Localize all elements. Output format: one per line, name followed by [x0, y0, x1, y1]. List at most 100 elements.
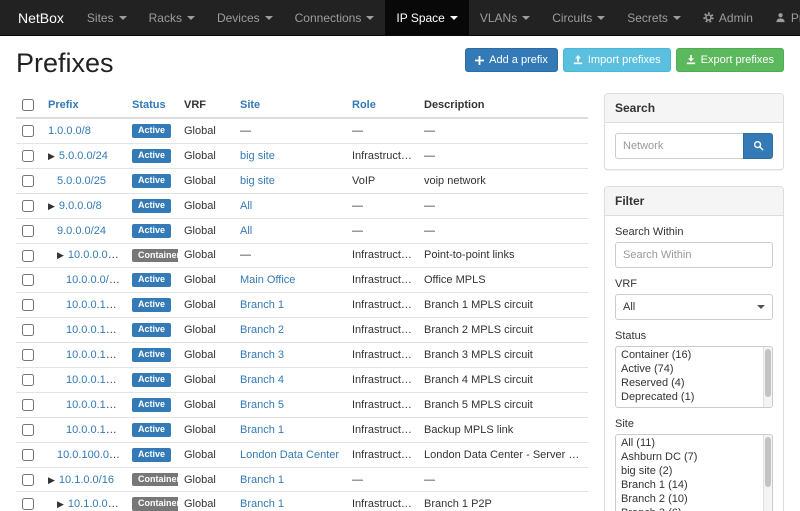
site-link[interactable]: Branch 1	[240, 498, 284, 510]
caret-down-icon	[757, 305, 765, 309]
filter-option[interactable]: Active (74)	[616, 362, 762, 376]
filter-option[interactable]: Container (16)	[616, 348, 762, 362]
app-brand[interactable]: NetBox	[6, 0, 76, 35]
row-checkbox[interactable]	[22, 274, 34, 286]
select-all-checkbox[interactable]	[22, 99, 34, 111]
nav-item-ip-space[interactable]: IP Space	[385, 0, 468, 35]
expand-toggle-icon[interactable]: ▶	[48, 201, 55, 211]
site-link[interactable]: Main Office	[240, 274, 295, 286]
export-prefixes-button[interactable]: Export prefixes	[676, 48, 784, 72]
prefix-link[interactable]: 9.0.0.0/8	[59, 200, 102, 212]
prefix-link[interactable]: 9.0.0.0/24	[57, 225, 106, 237]
filter-option[interactable]: Branch 3 (6)	[616, 506, 762, 511]
column-header-status[interactable]: Status	[126, 93, 178, 118]
site-link[interactable]: big site	[240, 175, 275, 187]
vrf-select[interactable]: All	[615, 294, 773, 320]
status-badge: Active	[132, 174, 171, 188]
row-checkbox[interactable]	[22, 374, 34, 386]
prefix-link[interactable]: 10.0.0.0/31	[66, 274, 121, 286]
column-header-role[interactable]: Role	[346, 93, 418, 118]
prefix-link[interactable]: 5.0.0.0/25	[57, 175, 106, 187]
filter-option[interactable]: big site (2)	[616, 464, 762, 478]
filter-option[interactable]: Deprecated (1)	[616, 390, 762, 404]
site-link[interactable]: Branch 1	[240, 424, 284, 436]
row-checkbox[interactable]	[22, 349, 34, 361]
column-header-prefix[interactable]: Prefix	[42, 93, 126, 118]
nav-item-vlans[interactable]: VLANs	[469, 0, 541, 35]
filter-option[interactable]: Reserved (4)	[616, 376, 762, 390]
prefix-link[interactable]: 10.0.0.0/24	[68, 249, 123, 261]
site-filter-list[interactable]: All (11)Ashburn DC (7)big site (2)Branch…	[615, 434, 773, 511]
row-checkbox[interactable]	[22, 299, 34, 311]
prefix-link[interactable]: 5.0.0.0/24	[59, 150, 108, 162]
gear-icon	[703, 12, 714, 23]
description-value: Backup MPLS link	[424, 424, 513, 436]
row-checkbox[interactable]	[22, 424, 34, 436]
expand-toggle-icon[interactable]: ▶	[57, 499, 64, 509]
site-link[interactable]: big site	[240, 150, 275, 162]
admin-link[interactable]: Admin	[692, 0, 764, 35]
column-header-vrf: VRF	[178, 93, 234, 118]
site-list-scrollbar[interactable]	[763, 435, 772, 511]
prefix-link[interactable]: 10.0.0.134/31	[66, 374, 126, 386]
site-link[interactable]: Branch 2	[240, 324, 284, 336]
site-link[interactable]: Branch 4	[240, 374, 284, 386]
download-icon	[686, 55, 696, 65]
site-link[interactable]: All	[240, 225, 252, 237]
row-checkbox[interactable]	[22, 150, 34, 162]
prefix-link[interactable]: 10.0.0.138/31	[66, 424, 126, 436]
site-link[interactable]: Branch 3	[240, 349, 284, 361]
prefix-link[interactable]: 10.0.0.136/31	[66, 399, 126, 411]
prefix-link[interactable]: 10.1.0.0/24	[68, 498, 123, 510]
status-filter-list[interactable]: Container (16)Active (74)Reserved (4)Dep…	[615, 346, 773, 408]
row-checkbox[interactable]	[22, 474, 34, 486]
row-checkbox[interactable]	[22, 125, 34, 137]
status-list-scrollbar[interactable]	[763, 347, 772, 407]
prefix-link[interactable]: 10.0.100.0/24	[57, 449, 124, 461]
row-checkbox[interactable]	[22, 200, 34, 212]
row-checkbox[interactable]	[22, 399, 34, 411]
filter-panel-title: Filter	[605, 187, 783, 216]
nav-item-racks[interactable]: Racks	[138, 0, 206, 35]
prefix-link[interactable]: 1.0.0.0/8	[48, 125, 91, 137]
site-link[interactable]: London Data Center	[240, 449, 339, 461]
prefix-link[interactable]: 10.1.0.0/16	[59, 474, 114, 486]
role-value: —	[352, 474, 363, 486]
caret-down-icon	[673, 16, 681, 20]
nav-item-devices[interactable]: Devices	[206, 0, 284, 35]
filter-option[interactable]: All (11)	[616, 436, 762, 450]
column-header-site[interactable]: Site	[234, 93, 346, 118]
nav-item-connections[interactable]: Connections	[284, 0, 386, 35]
filter-option[interactable]: Branch 1 (14)	[616, 478, 762, 492]
description-value: Branch 4 MPLS circuit	[424, 374, 533, 386]
expand-toggle-icon[interactable]: ▶	[57, 250, 64, 260]
import-prefixes-button[interactable]: Import prefixes	[563, 48, 671, 72]
nav-item-secrets[interactable]: Secrets	[616, 0, 692, 35]
site-link[interactable]: Branch 1	[240, 299, 284, 311]
search-input[interactable]	[615, 133, 743, 159]
filter-option[interactable]: Ashburn DC (7)	[616, 450, 762, 464]
row-checkbox[interactable]	[22, 250, 34, 262]
site-link[interactable]: Branch 1	[240, 474, 284, 486]
add-prefix-button[interactable]: Add a prefix	[465, 48, 558, 72]
row-checkbox[interactable]	[22, 324, 34, 336]
row-checkbox[interactable]	[22, 498, 34, 510]
site-link[interactable]: All	[240, 200, 252, 212]
description-value: Office MPLS	[424, 274, 486, 286]
nav-item-label: Sites	[87, 11, 114, 25]
search-within-input[interactable]	[615, 242, 773, 268]
expand-toggle-icon[interactable]: ▶	[48, 151, 55, 161]
prefix-link[interactable]: 10.0.0.132/31	[66, 349, 126, 361]
site-link[interactable]: Branch 5	[240, 399, 284, 411]
nav-item-circuits[interactable]: Circuits	[541, 0, 616, 35]
nav-item-sites[interactable]: Sites	[76, 0, 138, 35]
prefix-link[interactable]: 10.0.0.130/31	[66, 324, 126, 336]
row-checkbox[interactable]	[22, 225, 34, 237]
profile-link[interactable]: Profile	[764, 0, 800, 35]
prefix-link[interactable]: 10.0.0.128/31	[66, 299, 126, 311]
expand-toggle-icon[interactable]: ▶	[48, 475, 55, 485]
row-checkbox[interactable]	[22, 449, 34, 461]
row-checkbox[interactable]	[22, 175, 34, 187]
search-button[interactable]	[743, 133, 773, 159]
filter-option[interactable]: Branch 2 (10)	[616, 492, 762, 506]
